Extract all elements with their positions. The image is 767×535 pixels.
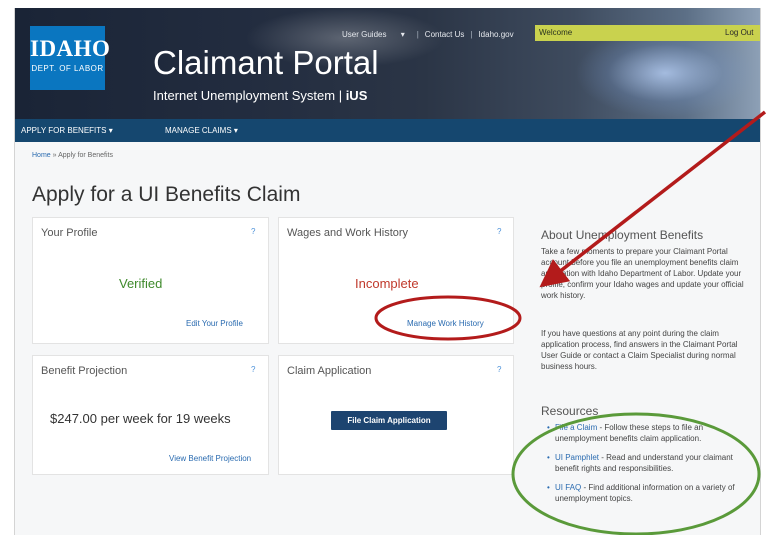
card-title: Your Profile (41, 227, 98, 239)
caret-down-icon: ▾ (400, 29, 405, 39)
banner-welding-image (575, 28, 755, 118)
edit-profile-link[interactable]: Edit Your Profile (186, 319, 243, 328)
subtitle-text: Internet Unemployment System | (153, 88, 346, 103)
user-guides-label: User Guides (342, 29, 387, 39)
portal-subtitle: Internet Unemployment System | iUS (153, 88, 367, 103)
file-claim-button[interactable]: File Claim Application (331, 411, 447, 430)
resource-item: UI Pamphlet - Read and understand your c… (547, 452, 752, 474)
view-benefit-projection-link[interactable]: View Benefit Projection (169, 454, 251, 463)
ius-logo: iUS (345, 88, 368, 103)
about-paragraph-1: Take a few moments to prepare your Claim… (541, 247, 744, 300)
breadcrumb: Home » Apply for Benefits (32, 152, 113, 159)
caret-down-icon: ▾ (233, 126, 238, 135)
user-guides-link[interactable]: User Guides ▾ (330, 30, 417, 39)
profile-status: Verified (119, 276, 163, 291)
resources-list: File a Claim - Follow these steps to fil… (547, 422, 752, 512)
idaho-gov-link[interactable]: Idaho.gov (472, 30, 519, 39)
logout-link[interactable]: Log Out (725, 25, 760, 41)
portal-window: IDAHO DEPT. OF LABOR Claimant Portal Int… (14, 8, 761, 535)
about-heading: About Unemployment Benefits (541, 228, 704, 242)
ui-faq-link[interactable]: UI FAQ (555, 483, 581, 492)
nav-manage-label: MANAGE CLAIMS (165, 126, 232, 135)
file-a-claim-link[interactable]: File a Claim (555, 423, 597, 432)
resource-item: UI FAQ - Find additional information on … (547, 482, 752, 504)
main-nav: APPLY FOR BENEFITS ▾ MANAGE CLAIMS ▾ (15, 119, 760, 142)
projection-amount: $247.00 per week for 19 weeks (50, 411, 231, 426)
card-title: Wages and Work History (287, 227, 409, 239)
wages-card: Wages and Work History ? Incomplete Mana… (278, 217, 514, 344)
breadcrumb-home[interactable]: Home (32, 152, 51, 159)
nav-apply-for-benefits[interactable]: APPLY FOR BENEFITS ▾ (21, 126, 113, 135)
contact-us-link[interactable]: Contact Us (419, 30, 471, 39)
caret-down-icon: ▾ (108, 126, 113, 135)
about-paragraph-2: If you have questions at any point durin… (541, 329, 738, 371)
profile-card: Your Profile ? Verified Edit Your Profil… (32, 217, 269, 344)
help-icon[interactable]: ? (497, 365, 501, 374)
help-icon[interactable]: ? (251, 227, 255, 236)
wages-status: Incomplete (355, 276, 419, 291)
header-banner: IDAHO DEPT. OF LABOR Claimant Portal Int… (15, 8, 760, 119)
resource-desc: - Find additional information on a varie… (555, 483, 735, 503)
breadcrumb-separator: » (52, 152, 57, 159)
logo-text: IDAHO (30, 36, 111, 61)
card-title: Claim Application (287, 365, 372, 377)
manage-work-history-link[interactable]: Manage Work History (407, 319, 484, 328)
breadcrumb-current: Apply for Benefits (58, 152, 113, 159)
nav-apply-label: APPLY FOR BENEFITS (21, 126, 107, 135)
resource-item: File a Claim - Follow these steps to fil… (547, 422, 752, 444)
logo-subtext: DEPT. OF LABOR (31, 64, 104, 73)
portal-title: Claimant Portal (153, 44, 379, 81)
idaho-dol-logo[interactable]: IDAHO DEPT. OF LABOR (30, 26, 111, 90)
ui-pamphlet-link[interactable]: UI Pamphlet (555, 453, 599, 462)
nav-manage-claims[interactable]: MANAGE CLAIMS ▾ (165, 126, 238, 135)
top-links: User Guides ▾ | Contact Us | Idaho.gov (330, 26, 520, 42)
card-title: Benefit Projection (41, 365, 128, 377)
benefit-projection-card: Benefit Projection ? $247.00 per week fo… (32, 355, 269, 475)
welcome-banner: Welcome (535, 25, 725, 41)
help-icon[interactable]: ? (497, 227, 501, 236)
resources-heading: Resources (541, 404, 599, 418)
claim-application-card: Claim Application ? File Claim Applicati… (278, 355, 514, 475)
page-title: Apply for a UI Benefits Claim (32, 183, 301, 206)
help-icon[interactable]: ? (251, 365, 255, 374)
